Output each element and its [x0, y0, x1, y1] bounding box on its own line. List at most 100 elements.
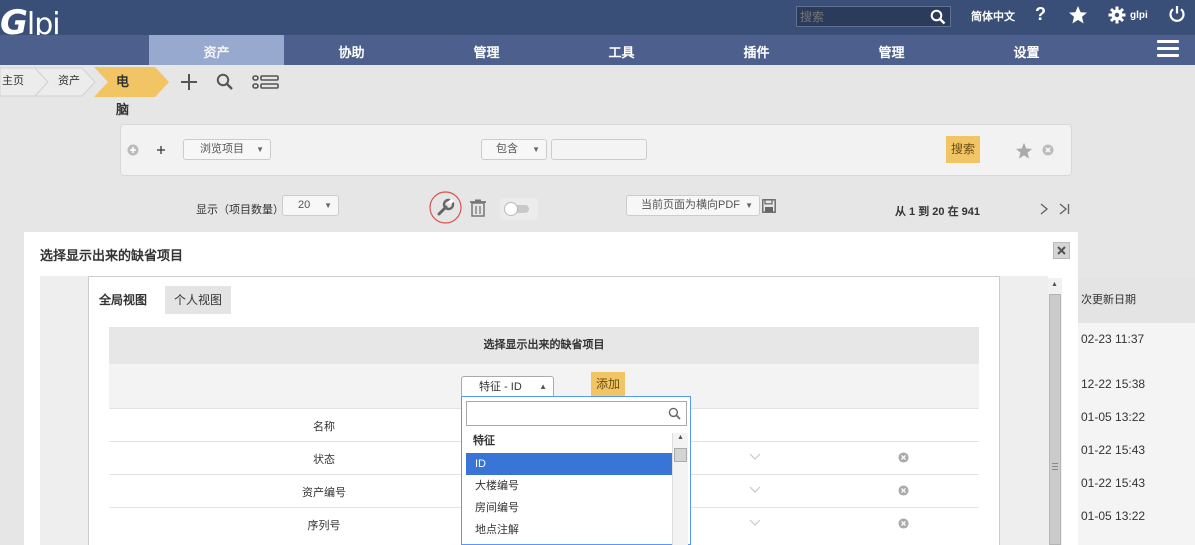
dropdown-list: 特征 ID 大楼编号 房间编号 地点注解	[462, 430, 672, 541]
add-subcriterion-icon[interactable]	[156, 145, 166, 155]
dropdown-option[interactable]: 地点注解	[462, 519, 672, 541]
breadcrumb-current-label: 电脑	[116, 74, 130, 117]
reset-icon[interactable]	[1042, 144, 1054, 156]
row-label: 名称	[313, 421, 335, 433]
save-icon[interactable]	[762, 199, 776, 213]
display-count-label: 显示（项目数量）	[196, 204, 284, 216]
export-format-value: 当前页面为横向PDF	[641, 199, 740, 211]
dropdown-scrollbar[interactable]: ▲	[672, 433, 688, 545]
remove-icon[interactable]	[898, 485, 909, 496]
dropdown-option[interactable]: ID	[466, 453, 672, 475]
chevron-down-icon: ▼	[324, 201, 332, 210]
star-icon[interactable]	[1015, 142, 1033, 160]
trash-toggle[interactable]	[500, 198, 538, 220]
wrench-icon[interactable]	[429, 191, 462, 224]
option-group-label: 特征	[473, 435, 495, 447]
menu-toggle-icon[interactable]	[1157, 40, 1179, 61]
scrollbar-thumb[interactable]	[674, 448, 687, 462]
scroll-up-icon[interactable]: ▲	[677, 434, 684, 441]
dropdown-option[interactable]: 房间编号	[462, 497, 672, 519]
criteria-operator-select[interactable]: 包含 ▼	[481, 139, 547, 160]
remove-icon[interactable]	[898, 518, 909, 529]
export-format-select[interactable]: 当前页面为横向PDF ▼	[626, 195, 760, 216]
trash-icon[interactable]	[470, 199, 486, 217]
row-label: 资产编号	[302, 487, 346, 499]
criteria-operator-value: 包含	[496, 143, 518, 155]
display-count-value: 20	[298, 199, 311, 211]
menu-management[interactable]: 管理	[419, 35, 554, 65]
add-button[interactable]: 添加	[591, 372, 625, 396]
add-column-select[interactable]: 特征 - ID ▲	[461, 376, 554, 398]
search-button[interactable]: 搜索	[946, 136, 980, 163]
add-icon[interactable]	[180, 73, 198, 91]
tab-personal-view[interactable]: 个人视图	[165, 286, 231, 314]
menu-setup[interactable]: 设置	[959, 35, 1094, 65]
pager-text: 从 1 到 20 在 941	[895, 206, 980, 218]
gear-icon[interactable]	[1108, 6, 1126, 24]
close-button[interactable]	[1053, 242, 1070, 259]
search-icon[interactable]	[216, 73, 234, 91]
tab-global-view[interactable]: 全局视图	[97, 286, 149, 314]
breadcrumb-home[interactable]: 主页	[2, 69, 24, 94]
modal-scrollbar[interactable]: ▲	[1048, 278, 1062, 545]
top-bar: Glpi 简体中文 ? glpi	[0, 0, 1195, 40]
scrollbar-thumb[interactable]	[1049, 294, 1061, 545]
user-name[interactable]: glpi	[1130, 10, 1148, 21]
chevron-up-icon: ▲	[539, 382, 547, 391]
list-toolbar: 显示（项目数量） 20 ▼ 当前页面为横向PDF ▼ 从 1 到 20 在 941	[0, 191, 1195, 224]
table-header: 选择显示出来的缺省项目	[109, 327, 979, 364]
language-switch[interactable]: 简体中文	[971, 8, 1015, 24]
table-cell: 01-05 13:22	[1081, 509, 1146, 523]
breadcrumb-arrows	[0, 67, 169, 97]
add-column-select-value: 特征 - ID	[479, 381, 522, 393]
criteria-field-select[interactable]: 浏览项目 ▼	[183, 139, 271, 160]
remove-icon[interactable]	[898, 452, 909, 463]
menu-plugins[interactable]: 插件	[689, 35, 824, 65]
chevron-down-icon[interactable]	[749, 519, 761, 527]
table-cell: 12-22 15:38	[1081, 377, 1146, 391]
next-page-icon[interactable]	[1039, 203, 1049, 215]
list-icon[interactable]	[252, 73, 279, 91]
main-menu: 资产 协助 管理 工具 插件 管理 设置	[0, 35, 1195, 65]
logout-icon[interactable]	[1168, 5, 1186, 23]
last-page-icon[interactable]	[1058, 203, 1070, 215]
search-icon[interactable]	[930, 9, 946, 25]
global-search-input[interactable]	[797, 7, 925, 26]
column-options-dropdown: 特征 ID 大楼编号 房间编号 地点注解 ▲	[461, 396, 691, 545]
column-header-last-update[interactable]: 次更新日期	[1078, 278, 1195, 323]
menu-tools[interactable]: 工具	[554, 35, 689, 65]
chevron-down-icon[interactable]	[749, 486, 761, 494]
breadcrumb: 主页 资产 电脑	[0, 65, 1195, 117]
chevron-down-icon: ▼	[256, 145, 264, 154]
modal-title: 选择显示出来的缺省项目	[40, 248, 184, 263]
search-icon	[668, 407, 681, 420]
close-icon	[1057, 246, 1066, 255]
toggle-knob	[504, 202, 518, 216]
menu-administration[interactable]: 管理	[824, 35, 959, 65]
row-label: 序列号	[307, 520, 341, 532]
chevron-down-icon: ▼	[745, 201, 753, 210]
table-cell: 01-22 15:43	[1081, 476, 1146, 490]
background-table-column: 次更新日期 02-23 11:37 12-22 15:38 01-05 13:2…	[1078, 278, 1195, 545]
add-criterion-icon[interactable]	[127, 144, 139, 156]
help-icon[interactable]: ?	[1035, 4, 1046, 25]
menu-assistance[interactable]: 协助	[284, 35, 419, 65]
search-criteria-panel: 浏览项目 ▼ 包含 ▼ 搜索	[120, 124, 1072, 176]
chevron-down-icon[interactable]	[749, 453, 761, 461]
menu-assets[interactable]: 资产	[149, 35, 284, 65]
row-label: 状态	[313, 454, 335, 466]
breadcrumb-assets[interactable]: 资产	[58, 69, 80, 94]
dropdown-option[interactable]: 大楼编号	[462, 475, 672, 497]
table-cell: 01-05 13:22	[1081, 410, 1146, 424]
criteria-field-value: 浏览项目	[200, 143, 244, 155]
table-cell: 01-22 15:43	[1081, 443, 1146, 457]
criteria-value-input[interactable]	[551, 139, 647, 160]
display-count-select[interactable]: 20 ▼	[282, 195, 339, 216]
scroll-up-icon[interactable]: ▲	[1051, 281, 1058, 288]
dropdown-search	[466, 401, 687, 426]
global-search	[796, 6, 951, 27]
star-icon[interactable]	[1068, 5, 1088, 25]
chevron-down-icon: ▼	[532, 145, 540, 154]
dropdown-search-input[interactable]	[467, 402, 663, 425]
table-cell: 02-23 11:37	[1081, 332, 1145, 346]
